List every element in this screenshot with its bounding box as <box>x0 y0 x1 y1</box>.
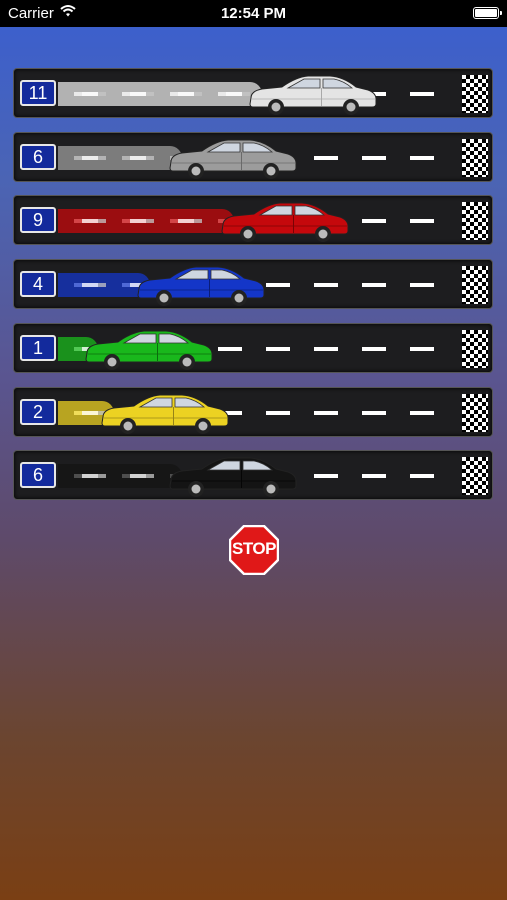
race-car-icon <box>137 266 265 307</box>
race-lane: 2 <box>13 386 493 437</box>
lane-number-badge: 4 <box>20 271 56 298</box>
race-lane: 11 <box>13 68 493 118</box>
car-trail <box>58 145 182 170</box>
checkered-flag-icon <box>462 138 488 177</box>
lane-number-badge: 1 <box>20 334 56 361</box>
lane-number-badge: 6 <box>20 462 56 489</box>
status-bar: Carrier 12:54 PM <box>0 0 507 27</box>
race-lane: 6 <box>13 450 493 501</box>
race-lane: 4 <box>13 259 493 310</box>
checkered-flag-icon <box>462 457 488 496</box>
race-car-icon <box>221 202 349 243</box>
lane-number-badge: 11 <box>20 80 56 106</box>
car-trail <box>58 82 262 106</box>
stop-button[interactable]: STOP <box>228 524 280 576</box>
checkered-flag-icon <box>462 266 488 305</box>
race-lane: 9 <box>13 195 493 246</box>
checkered-flag-icon <box>462 75 488 113</box>
lane-number-badge: 9 <box>20 207 56 234</box>
race-lane: 1 <box>13 322 493 373</box>
race-car-icon <box>85 330 213 370</box>
car-trail <box>58 209 234 234</box>
race-car-icon <box>101 394 229 434</box>
lane-number-badge: 2 <box>20 398 56 425</box>
checkered-flag-icon <box>462 329 488 368</box>
race-lane: 6 <box>13 131 493 182</box>
race-car-icon <box>169 457 297 498</box>
race-car-icon <box>249 75 377 115</box>
lane-number-badge: 6 <box>20 143 56 170</box>
checkered-flag-icon <box>462 393 488 432</box>
race-car-icon <box>169 139 297 179</box>
car-trail <box>58 464 182 489</box>
stop-label: STOP <box>232 539 276 558</box>
checkered-flag-icon <box>462 202 488 241</box>
battery-icon <box>473 7 502 19</box>
status-time: 12:54 PM <box>220 5 287 22</box>
